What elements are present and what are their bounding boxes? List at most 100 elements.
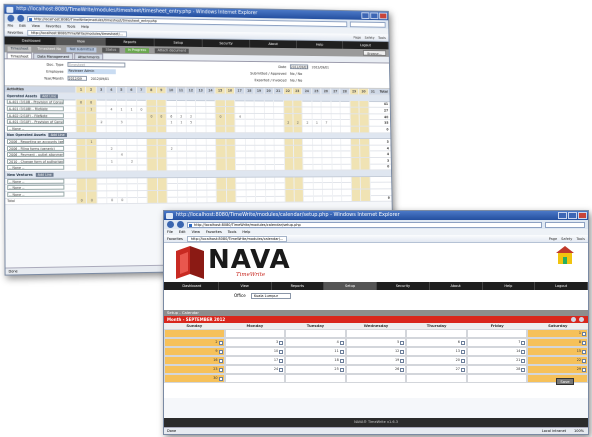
day-cell[interactable] (282, 107, 293, 114)
day-cell[interactable] (156, 158, 167, 165)
menu-tools[interactable]: Tools (67, 24, 75, 30)
day-cell[interactable] (166, 151, 177, 158)
day-cell[interactable] (303, 183, 313, 190)
day-cell[interactable]: 3 (116, 119, 127, 126)
day-cell[interactable] (235, 190, 246, 196)
day-cell[interactable] (105, 100, 116, 106)
day-cell[interactable] (292, 101, 302, 107)
day-cell[interactable]: 8 (85, 99, 96, 106)
day-cell[interactable] (331, 157, 341, 164)
day-cell[interactable] (350, 151, 360, 158)
day-cell[interactable] (225, 164, 236, 171)
day-cell[interactable] (106, 164, 117, 171)
calendar-day[interactable]: 20 (406, 356, 467, 365)
day-cell[interactable] (195, 100, 206, 107)
menu-edit[interactable]: Edit (179, 229, 186, 235)
calendar-day[interactable]: 25 (285, 365, 346, 374)
day-cell[interactable] (245, 177, 255, 184)
day-cell[interactable] (76, 178, 87, 185)
day-cell[interactable] (311, 101, 321, 107)
day-cell[interactable] (283, 138, 293, 145)
day-cell[interactable] (340, 151, 351, 158)
day-cell[interactable] (215, 106, 225, 113)
day-cell[interactable]: 1 (125, 106, 137, 113)
day-cell[interactable] (264, 158, 275, 164)
day-cell[interactable] (360, 189, 370, 195)
day-cell[interactable] (331, 189, 342, 196)
zoom-level[interactable]: 100% (574, 428, 584, 434)
day-cell[interactable] (206, 177, 216, 184)
menu-tools[interactable]: Tools (228, 229, 237, 235)
day-cell[interactable] (126, 190, 137, 197)
day-cell[interactable] (330, 107, 340, 114)
day-cell[interactable] (136, 113, 147, 120)
day-cell[interactable] (225, 158, 236, 164)
day-cell[interactable] (116, 190, 127, 197)
day-cell[interactable] (205, 158, 216, 165)
calendar-day[interactable]: 5 (345, 338, 407, 347)
day-cell[interactable] (126, 177, 137, 184)
calendar-day[interactable] (466, 329, 528, 338)
day-cell[interactable] (225, 183, 236, 190)
day-cell[interactable] (195, 126, 206, 132)
activity-select[interactable]: 2006 - Filing forms (generic) (7, 145, 65, 151)
day-cell[interactable] (340, 120, 350, 126)
day-cell[interactable]: 2 (126, 158, 137, 165)
day-cell[interactable] (244, 158, 255, 164)
tool-page-menu[interactable]: Page (353, 35, 361, 39)
day-cell[interactable] (321, 138, 332, 145)
day-cell[interactable] (146, 126, 157, 132)
day-cell[interactable] (225, 126, 235, 132)
menu-favorites[interactable]: Favorites (46, 23, 61, 29)
day-cell[interactable] (283, 176, 294, 183)
day-cell[interactable] (126, 197, 137, 204)
day-cell[interactable]: 1 (106, 158, 117, 165)
day-cell[interactable] (349, 113, 359, 120)
day-cell[interactable] (225, 177, 236, 184)
calendar-day[interactable]: 14 (466, 347, 528, 356)
date-field[interactable]: 2012/09/01 (289, 64, 308, 69)
calendar-day[interactable]: 10 (224, 347, 286, 356)
tab-timesheet[interactable]: Timesheet (6, 52, 33, 59)
day-cell[interactable] (254, 151, 265, 158)
add-line-button[interactable]: Add Line (48, 133, 67, 138)
activity-select[interactable]: A-401 (3/10B) - FileNote (6, 106, 64, 112)
tool-tools-menu[interactable]: Tools (378, 36, 386, 40)
day-cell[interactable]: 8 (75, 99, 86, 106)
day-cell[interactable] (321, 113, 331, 120)
calendar-day[interactable]: 4 (285, 338, 346, 347)
day-cell[interactable] (96, 164, 107, 171)
day-cell[interactable] (145, 100, 156, 107)
day-cell[interactable] (196, 190, 207, 197)
day-cell[interactable] (176, 158, 187, 165)
day-cell[interactable] (359, 164, 370, 170)
day-cell[interactable] (166, 184, 177, 191)
day-cell[interactable] (253, 100, 264, 107)
calendar-day[interactable]: 1 (527, 329, 588, 338)
day-cell[interactable] (186, 183, 197, 190)
day-cell[interactable] (293, 183, 304, 190)
day-cell[interactable] (235, 151, 245, 158)
day-cell[interactable] (321, 126, 331, 133)
office-select[interactable]: Kuala Lumpur (250, 293, 291, 299)
day-cell[interactable] (244, 145, 255, 152)
day-cell[interactable] (234, 126, 245, 133)
day-cell[interactable] (205, 100, 216, 107)
day-cell[interactable] (136, 145, 147, 152)
day-cell[interactable] (369, 189, 380, 195)
day-cell[interactable] (156, 119, 167, 126)
day-cell[interactable] (283, 157, 294, 164)
day-cell[interactable] (106, 190, 117, 197)
day-cell[interactable] (311, 138, 322, 145)
day-cell[interactable] (116, 177, 127, 184)
day-cell[interactable] (75, 125, 86, 132)
day-cell[interactable]: 0 (146, 113, 157, 120)
day-cell[interactable] (185, 138, 196, 145)
day-cell[interactable] (293, 157, 303, 164)
nav-setup[interactable]: Setup (154, 38, 203, 47)
close-button[interactable] (578, 212, 587, 219)
day-cell[interactable] (274, 164, 284, 171)
holiday-checkbox[interactable] (582, 350, 587, 354)
day-cell[interactable] (263, 126, 274, 133)
day-cell[interactable] (302, 138, 313, 145)
